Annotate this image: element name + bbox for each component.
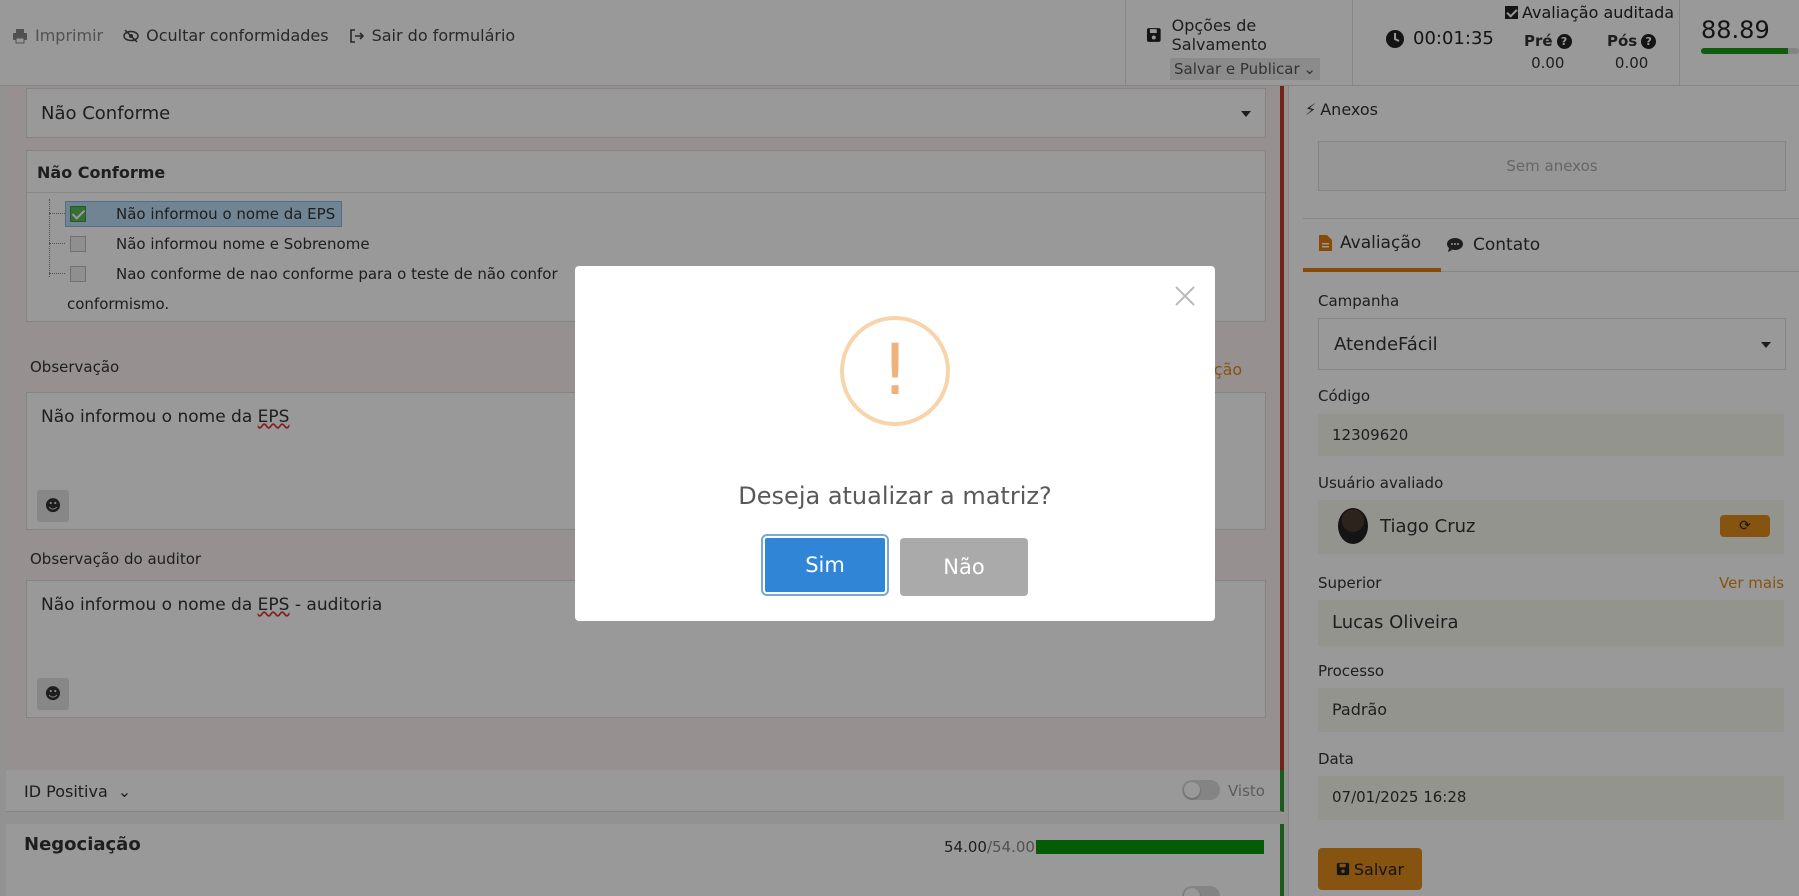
dialog-title: Deseja atualizar a matriz?: [738, 482, 1052, 510]
confirm-dialog: ! Deseja atualizar a matriz? Sim Não: [575, 266, 1215, 621]
cancel-button[interactable]: Não: [900, 538, 1028, 596]
confirm-button[interactable]: Sim: [761, 534, 889, 596]
close-icon[interactable]: [1173, 284, 1197, 308]
warning-icon: !: [840, 316, 950, 426]
